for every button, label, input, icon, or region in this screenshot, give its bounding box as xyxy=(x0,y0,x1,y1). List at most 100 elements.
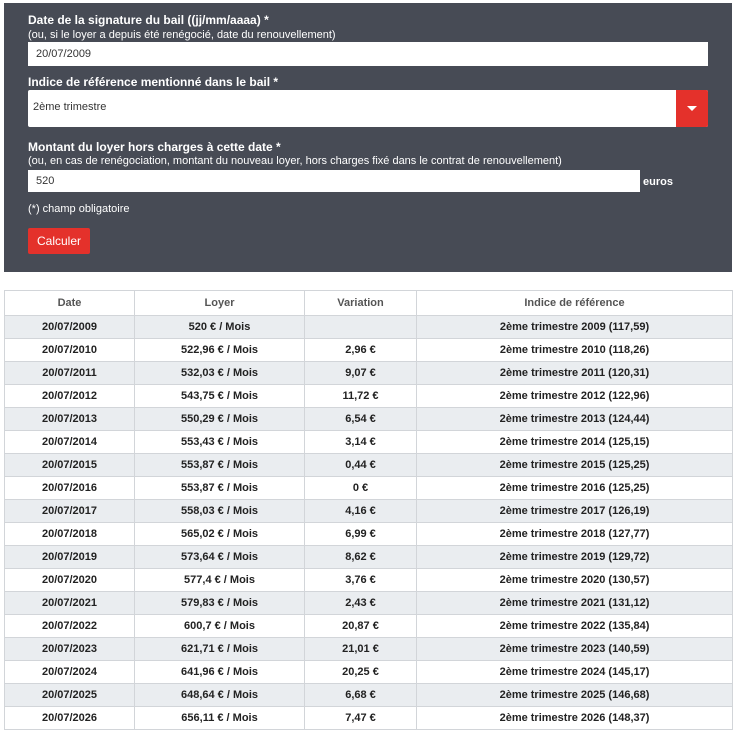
cell-rent: 579,83 € / Mois xyxy=(134,591,305,615)
cell-variation: 8,62 € xyxy=(304,545,417,569)
cell-variation: 0 € xyxy=(304,476,417,500)
cell-variation: 6,54 € xyxy=(304,407,417,431)
cell-date: 20/07/2012 xyxy=(4,384,135,408)
cell-variation: 20,87 € xyxy=(304,614,417,638)
table-row: 20/07/2009 520 € / Mois 2ème trimestre 2… xyxy=(4,315,733,339)
cell-reference-index: 2ème trimestre 2025 (146,68) xyxy=(416,683,733,707)
cell-variation: 20,25 € xyxy=(304,660,417,684)
cell-rent: 573,64 € / Mois xyxy=(134,545,305,569)
cell-date: 20/07/2022 xyxy=(4,614,135,638)
cell-date: 20/07/2013 xyxy=(4,407,135,431)
table-row: 20/07/2014 553,43 € / Mois 3,14 € 2ème t… xyxy=(4,430,733,454)
column-header-variation: Variation xyxy=(304,290,417,316)
cell-variation: 7,47 € xyxy=(304,706,417,730)
cell-variation: 9,07 € xyxy=(304,361,417,385)
cell-reference-index: 2ème trimestre 2020 (130,57) xyxy=(416,568,733,592)
cell-rent: 641,96 € / Mois xyxy=(134,660,305,684)
cell-date: 20/07/2025 xyxy=(4,683,135,707)
column-header-date: Date xyxy=(4,290,135,316)
cell-variation xyxy=(304,315,417,339)
cell-rent: 621,71 € / Mois xyxy=(134,637,305,661)
rent-amount-input[interactable] xyxy=(28,170,640,192)
signature-date-label: Date de la signature du bail ((jj/mm/aaa… xyxy=(28,13,269,27)
cell-variation: 2,43 € xyxy=(304,591,417,615)
dropdown-button[interactable] xyxy=(676,90,708,127)
cell-reference-index: 2ème trimestre 2014 (125,15) xyxy=(416,430,733,454)
cell-reference-index: 2ème trimestre 2019 (129,72) xyxy=(416,545,733,569)
rent-revision-table: Date Loyer Variation Indice de référence… xyxy=(4,290,733,730)
cell-rent: 558,03 € / Mois xyxy=(134,499,305,523)
cell-reference-index: 2ème trimestre 2023 (140,59) xyxy=(416,637,733,661)
cell-reference-index: 2ème trimestre 2011 (120,31) xyxy=(416,361,733,385)
table-row: 20/07/2015 553,87 € / Mois 0,44 € 2ème t… xyxy=(4,453,733,477)
cell-reference-index: 2ème trimestre 2021 (131,12) xyxy=(416,591,733,615)
table-row: 20/07/2021 579,83 € / Mois 2,43 € 2ème t… xyxy=(4,591,733,615)
cell-rent: 520 € / Mois xyxy=(134,315,305,339)
rent-revision-form: Date de la signature du bail ((jj/mm/aaa… xyxy=(4,3,732,272)
table-header-row: Date Loyer Variation Indice de référence xyxy=(4,290,733,316)
calculate-button[interactable]: Calculer xyxy=(28,228,90,254)
table-row: 20/07/2013 550,29 € / Mois 6,54 € 2ème t… xyxy=(4,407,733,431)
cell-reference-index: 2ème trimestre 2022 (135,84) xyxy=(416,614,733,638)
table-row: 20/07/2012 543,75 € / Mois 11,72 € 2ème … xyxy=(4,384,733,408)
cell-reference-index: 2ème trimestre 2017 (126,19) xyxy=(416,499,733,523)
table-row: 20/07/2019 573,64 € / Mois 8,62 € 2ème t… xyxy=(4,545,733,569)
reference-index-value: 2ème trimestre xyxy=(33,101,107,113)
cell-variation: 6,99 € xyxy=(304,522,417,546)
cell-rent: 553,87 € / Mois xyxy=(134,476,305,500)
cell-rent: 656,11 € / Mois xyxy=(134,706,305,730)
reference-index-select[interactable]: 2ème trimestre xyxy=(28,90,708,127)
cell-reference-index: 2ème trimestre 2009 (117,59) xyxy=(416,315,733,339)
table-row: 20/07/2020 577,4 € / Mois 3,76 € 2ème tr… xyxy=(4,568,733,592)
results-table-wrapper: Date Loyer Variation Indice de référence… xyxy=(4,290,733,730)
table-row: 20/07/2023 621,71 € / Mois 21,01 € 2ème … xyxy=(4,637,733,661)
cell-rent: 600,7 € / Mois xyxy=(134,614,305,638)
table-row: 20/07/2022 600,7 € / Mois 20,87 € 2ème t… xyxy=(4,614,733,638)
cell-rent: 565,02 € / Mois xyxy=(134,522,305,546)
table-row: 20/07/2017 558,03 € / Mois 4,16 € 2ème t… xyxy=(4,499,733,523)
cell-variation: 3,14 € xyxy=(304,430,417,454)
cell-rent: 522,96 € / Mois xyxy=(134,338,305,362)
cell-rent: 577,4 € / Mois xyxy=(134,568,305,592)
signature-date-input[interactable] xyxy=(28,42,708,66)
cell-date: 20/07/2024 xyxy=(4,660,135,684)
cell-reference-index: 2ème trimestre 2010 (118,26) xyxy=(416,338,733,362)
table-row: 20/07/2026 656,11 € / Mois 7,47 € 2ème t… xyxy=(4,706,733,730)
table-row: 20/07/2011 532,03 € / Mois 9,07 € 2ème t… xyxy=(4,361,733,385)
rent-amount-help: (ou, en cas de renégociation, montant du… xyxy=(28,155,562,167)
cell-date: 20/07/2023 xyxy=(4,637,135,661)
cell-rent: 648,64 € / Mois xyxy=(134,683,305,707)
cell-date: 20/07/2011 xyxy=(4,361,135,385)
cell-rent: 550,29 € / Mois xyxy=(134,407,305,431)
cell-reference-index: 2ème trimestre 2026 (148,37) xyxy=(416,706,733,730)
cell-date: 20/07/2021 xyxy=(4,591,135,615)
cell-date: 20/07/2009 xyxy=(4,315,135,339)
cell-variation: 2,96 € xyxy=(304,338,417,362)
rent-amount-label: Montant du loyer hors charges à cette da… xyxy=(28,140,281,154)
cell-reference-index: 2ème trimestre 2024 (145,17) xyxy=(416,660,733,684)
cell-variation: 4,16 € xyxy=(304,499,417,523)
column-header-rent: Loyer xyxy=(134,290,305,316)
cell-rent: 553,87 € / Mois xyxy=(134,453,305,477)
cell-reference-index: 2ème trimestre 2018 (127,77) xyxy=(416,522,733,546)
cell-date: 20/07/2016 xyxy=(4,476,135,500)
cell-rent: 532,03 € / Mois xyxy=(134,361,305,385)
cell-variation: 11,72 € xyxy=(304,384,417,408)
cell-variation: 3,76 € xyxy=(304,568,417,592)
cell-reference-index: 2ème trimestre 2015 (125,25) xyxy=(416,453,733,477)
signature-date-help: (ou, si le loyer a depuis été renégocié,… xyxy=(28,29,336,41)
cell-rent: 543,75 € / Mois xyxy=(134,384,305,408)
cell-reference-index: 2ème trimestre 2016 (125,25) xyxy=(416,476,733,500)
cell-reference-index: 2ème trimestre 2012 (122,96) xyxy=(416,384,733,408)
cell-rent: 553,43 € / Mois xyxy=(134,430,305,454)
table-row: 20/07/2016 553,87 € / Mois 0 € 2ème trim… xyxy=(4,476,733,500)
cell-variation: 21,01 € xyxy=(304,637,417,661)
cell-date: 20/07/2019 xyxy=(4,545,135,569)
cell-date: 20/07/2014 xyxy=(4,430,135,454)
cell-date: 20/07/2026 xyxy=(4,706,135,730)
table-row: 20/07/2018 565,02 € / Mois 6,99 € 2ème t… xyxy=(4,522,733,546)
table-row: 20/07/2025 648,64 € / Mois 6,68 € 2ème t… xyxy=(4,683,733,707)
table-row: 20/07/2024 641,96 € / Mois 20,25 € 2ème … xyxy=(4,660,733,684)
required-field-note: (*) champ obligatoire xyxy=(28,203,130,215)
rent-currency-suffix: euros xyxy=(643,176,673,188)
